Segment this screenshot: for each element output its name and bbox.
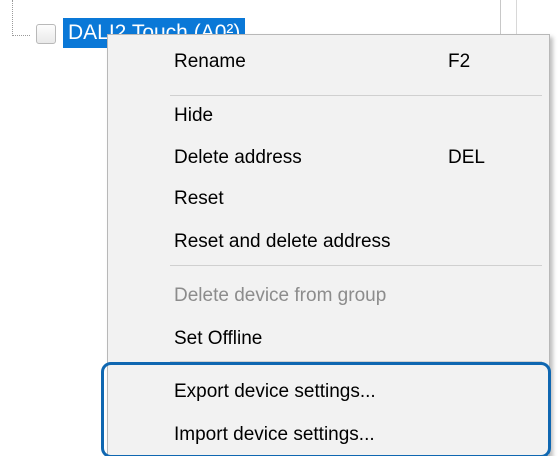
menu-item-label: Hide bbox=[174, 105, 214, 126]
menu-item-reset[interactable]: Reset bbox=[108, 179, 549, 219]
panel-divider bbox=[500, 0, 501, 34]
menu-item-shortcut: DEL bbox=[448, 147, 485, 168]
tree-item-checkbox[interactable] bbox=[36, 24, 56, 44]
menu-item-reset-and-delete-address[interactable]: Reset and delete address bbox=[108, 222, 549, 262]
menu-item-label: Reset bbox=[174, 188, 224, 209]
menu-item-label: Delete address bbox=[174, 147, 302, 168]
menu-item-label: Reset and delete address bbox=[174, 231, 391, 252]
menu-item-hide[interactable]: Hide bbox=[108, 96, 549, 136]
menu-item-label: Set Offline bbox=[174, 328, 263, 349]
tree-connector-line bbox=[12, 0, 30, 36]
menu-item-delete-device-from-group: Delete device from group bbox=[108, 276, 549, 316]
menu-item-delete-address[interactable]: Delete address DEL bbox=[108, 138, 549, 178]
menu-item-label: Delete device from group bbox=[174, 285, 387, 306]
menu-item-shortcut: F2 bbox=[448, 51, 471, 72]
highlight-outline bbox=[101, 362, 551, 456]
app-window: DALI2 Touch (A0²) Rename F2 Hide Delete … bbox=[0, 0, 560, 456]
menu-item-set-offline[interactable]: Set Offline bbox=[108, 319, 549, 359]
panel-divider-inner bbox=[516, 0, 517, 34]
menu-separator bbox=[170, 265, 542, 266]
menu-item-rename[interactable]: Rename F2 bbox=[108, 42, 549, 82]
menu-item-label: Rename bbox=[174, 51, 246, 72]
